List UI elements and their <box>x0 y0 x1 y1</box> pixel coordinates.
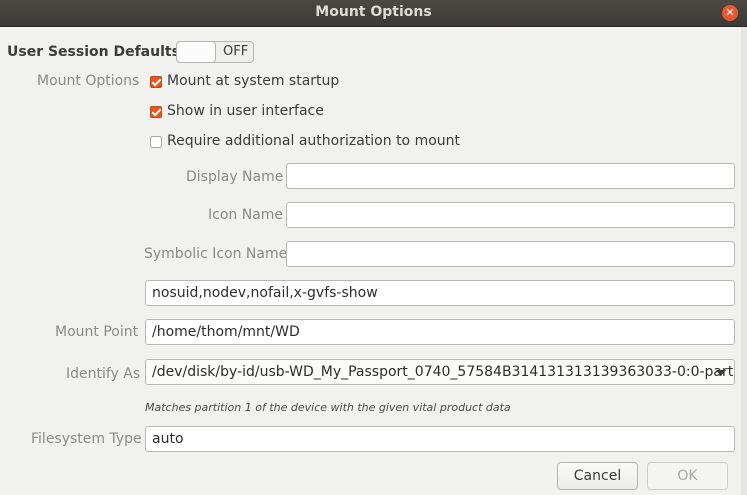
mount-options-string-field[interactable]: nosuid,nodev,nofail,x-gvfs-show <box>145 280 735 306</box>
show-in-ui-label[interactable]: Show in user interface <box>167 103 324 119</box>
display-name-field[interactable] <box>286 163 735 189</box>
dropdown-arrow-icon <box>716 370 726 376</box>
mount-options-label: Mount Options <box>37 73 140 89</box>
show-in-ui-checkbox[interactable] <box>150 106 162 118</box>
symbolic-icon-name-label: Symbolic Icon Name <box>144 246 288 262</box>
window-edge <box>741 27 747 495</box>
close-icon[interactable]: ✕ <box>722 5 738 21</box>
mount-point-field[interactable]: /home/thom/mnt/WD <box>145 319 735 345</box>
window-title: Mount Options <box>315 4 432 20</box>
filesystem-type-label: Filesystem Type <box>31 431 142 447</box>
toggle-state-label: OFF <box>223 44 249 59</box>
identify-as-combo[interactable]: /dev/disk/by-id/usb-WD_My_Passport_0740_… <box>145 359 735 385</box>
identify-as-label: Identify As <box>66 366 141 382</box>
toggle-knob[interactable] <box>176 41 216 63</box>
ok-button[interactable]: OK <box>647 462 728 490</box>
filesystem-type-field[interactable]: auto <box>145 426 735 452</box>
display-name-label: Display Name <box>186 169 284 185</box>
icon-name-field[interactable] <box>286 202 735 228</box>
mount-at-startup-checkbox[interactable] <box>150 76 162 88</box>
cancel-button[interactable]: Cancel <box>557 462 638 490</box>
require-auth-checkbox[interactable] <box>150 136 162 148</box>
icon-name-label: Icon Name <box>208 207 284 223</box>
identify-as-value: /dev/disk/by-id/usb-WD_My_Passport_0740_… <box>152 364 735 380</box>
identify-as-hint: Matches partition 1 of the device with t… <box>145 401 511 414</box>
user-session-defaults-label: User Session Defaults <box>7 44 180 60</box>
title-bar: Mount Options ✕ <box>0 0 747 27</box>
mount-point-label: Mount Point <box>55 324 139 340</box>
mount-at-startup-label[interactable]: Mount at system startup <box>167 73 339 89</box>
require-auth-label[interactable]: Require additional authorization to moun… <box>167 133 460 149</box>
symbolic-icon-name-field[interactable] <box>286 241 735 267</box>
user-session-defaults-toggle[interactable]: OFF <box>176 41 254 63</box>
